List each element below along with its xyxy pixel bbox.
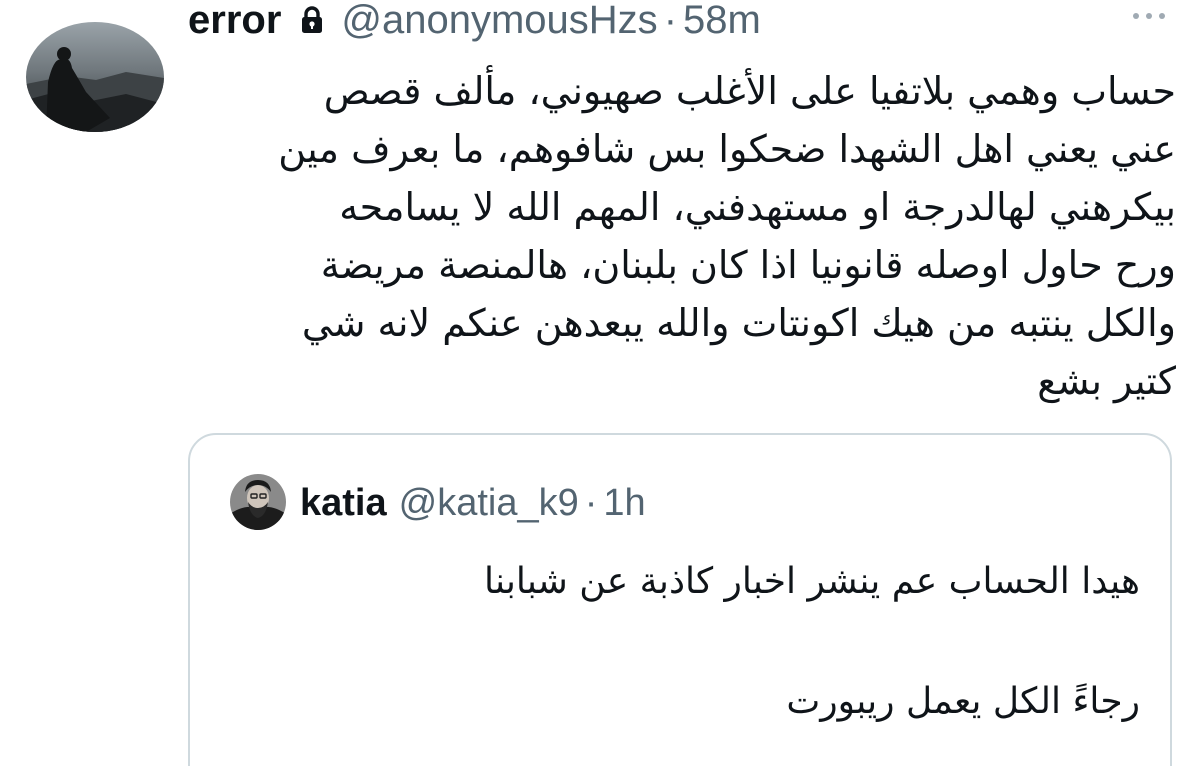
quoted-tweet-timestamp[interactable]: 1h xyxy=(603,482,645,525)
separator-dot: · xyxy=(584,481,598,524)
lock-icon xyxy=(297,5,327,35)
quoted-text-line: هيدا الحساب عم ينشر اخبار كاذبة عن شبابن… xyxy=(484,561,1140,602)
tweet-text-line: بيكرهني لهالدرجة او مستهدفني، المهم الله… xyxy=(339,185,1176,229)
more-horizontal-icon[interactable] xyxy=(1124,4,1174,28)
tweet-text-line: حساب وهمي بلاتفيا على الأغلب صهيوني، مأل… xyxy=(323,69,1176,113)
tweet-text-line: كتير بشع xyxy=(1037,359,1176,403)
author-avatar[interactable] xyxy=(26,22,164,132)
tweet-text: حساب وهمي بلاتفيا على الأغلب صهيوني، مأل… xyxy=(186,62,1176,410)
tweet-text-line: والكل ينتبه من هيك اكونتات والله يبعدهن … xyxy=(301,301,1176,345)
tweet-timestamp[interactable]: 58m xyxy=(683,0,761,48)
quoted-tweet-card[interactable]: katia @katia_k9 · 1h هيدا الحساب عم ينشر… xyxy=(188,433,1172,766)
tweet-page: error @anonymousHzs · 58m حساب وهمي بلات… xyxy=(0,0,1200,766)
author-handle[interactable]: @anonymousHzs xyxy=(341,0,657,48)
quoted-author-display-name[interactable]: katia xyxy=(300,482,387,525)
tweet-header: error @anonymousHzs · 58m xyxy=(188,0,761,48)
author-display-name[interactable]: error xyxy=(188,0,281,48)
quoted-author-avatar[interactable] xyxy=(230,474,286,530)
quoted-author-handle[interactable]: @katia_k9 xyxy=(399,482,579,525)
quoted-tweet-text: هيدا الحساب عم ينشر اخبار كاذبة عن شبابن… xyxy=(220,553,1140,731)
tweet-text-line: عني يعني اهل الشهدا ضحكوا بس شافوهم، ما … xyxy=(278,127,1176,171)
quoted-text-line: رجاءً الكل يعمل ريبورت xyxy=(786,681,1140,722)
quoted-tweet-header: katia @katia_k9 · 1h xyxy=(300,477,646,529)
tweet-text-line: ورح حاول اوصله قانونيا اذا كان بلبنان، ه… xyxy=(320,243,1176,287)
separator-dot: · xyxy=(663,0,678,42)
